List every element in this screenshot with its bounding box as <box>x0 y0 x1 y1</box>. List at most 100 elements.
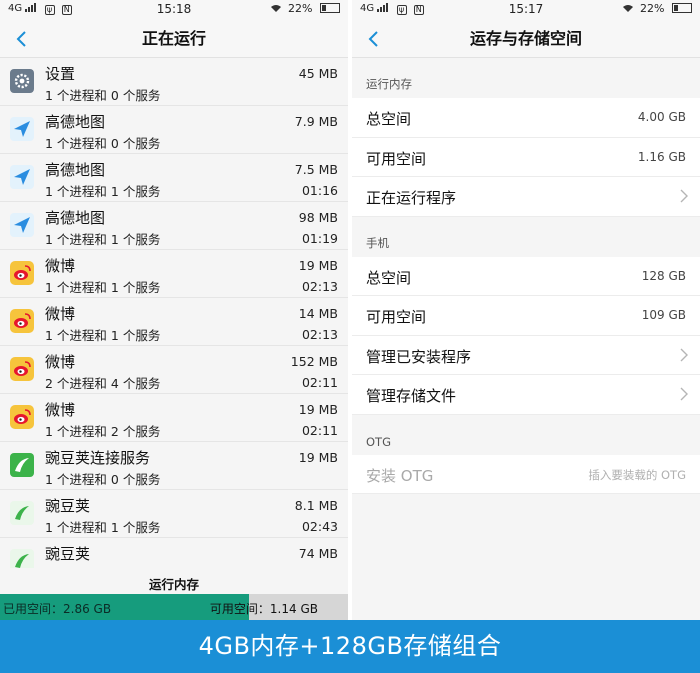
process-detail: 1 个进程和 1 个服务 <box>45 232 161 247</box>
row-value: 128 GB <box>641 268 686 283</box>
process-detail: 1 个进程和 0 个服务 <box>45 88 161 103</box>
row-value: 1.16 GB <box>637 149 686 164</box>
status-bar: 4G ψ N 15:18 22% <box>0 0 348 20</box>
settings-row[interactable]: 管理已安装程序 <box>352 335 700 375</box>
battery-icon <box>320 3 340 13</box>
weibo-icon <box>10 357 34 381</box>
process-name: 微博 <box>45 305 76 323</box>
chevron-right-icon <box>680 348 688 361</box>
process-name: 高德地图 <box>45 209 106 227</box>
caption-text: 4GB内存+128GB存储组合 <box>198 632 502 660</box>
weibo-icon <box>10 261 34 285</box>
caption-banner: 4GB内存+128GB存储组合 <box>0 620 700 673</box>
process-size: 19 MB <box>298 402 338 417</box>
process-list[interactable]: 设置 1 个进程和 0 个服务 45 MB 高德地图 1 个进程和 0 个服务 7.9 M… <box>0 58 348 568</box>
page-title: 运存与存储空间 <box>469 29 582 48</box>
section-header-label: 手机 <box>366 235 389 250</box>
running-apps-screen: 4G ψ N 15:18 22% 正在运行 设置 1 个进程和 0 个服务 45 M… <box>0 0 348 620</box>
process-size: 152 MB <box>290 354 338 369</box>
settings-row[interactable]: 正在运行程序 <box>352 177 700 217</box>
back-button[interactable] <box>362 25 388 53</box>
settings-row[interactable]: 管理存储文件 <box>352 375 700 415</box>
amap-icon <box>10 117 34 141</box>
row-label: 总空间 <box>366 110 412 128</box>
process-detail: 1 个进程和 2 个服务 <box>45 424 161 439</box>
process-time: 02:43 <box>301 519 338 534</box>
section-header-label: OTG <box>366 434 391 449</box>
process-detail: 1 个进程和 0 个服务 <box>45 472 161 487</box>
nav-bar: 正在运行 <box>0 20 348 58</box>
process-time: 02:11 <box>301 375 338 390</box>
row-label: 管理已安装程序 <box>366 347 472 366</box>
process-name: 高德地图 <box>45 113 106 131</box>
battery-icon <box>672 3 692 13</box>
back-arrow-icon <box>368 31 378 47</box>
status-right: 22% <box>622 2 692 15</box>
section-header: 运行内存 <box>352 58 700 98</box>
row-label: 可用空间 <box>366 149 427 168</box>
settings-icon <box>10 69 34 93</box>
process-name: 豌豆荚连接服务 <box>45 449 151 467</box>
process-size: 8.1 MB <box>294 498 338 513</box>
amap-icon <box>10 165 34 189</box>
row-label: 可用空间 <box>366 308 427 326</box>
process-size: 74 MB <box>298 546 338 561</box>
settings-row: 可用空间 1.16 GB <box>352 137 700 177</box>
process-time: 02:13 <box>301 279 338 294</box>
battery-percent: 22% <box>640 2 665 15</box>
process-name: 微博 <box>45 257 76 275</box>
process-detail: 1 个进程和 1 个服务 <box>45 184 161 199</box>
process-name: 微博 <box>45 401 76 419</box>
process-item[interactable]: 微博 1 个进程和 1 个服务 19 MB 02:13 <box>0 250 348 298</box>
storage-screen: 4G ψ N 15:17 22% 运存与存储空间 运行内存 总空间 4.00 GB 可… <box>352 0 700 620</box>
nav-bar: 运存与存储空间 <box>352 20 700 58</box>
weibo-icon <box>10 405 34 429</box>
process-name: 微博 <box>45 353 76 371</box>
status-bar: 4G ψ N 15:17 22% <box>352 0 700 20</box>
settings-row: 总空间 4.00 GB <box>352 98 700 138</box>
process-detail: 1 个进程和 0 个服务 <box>45 136 161 151</box>
process-name: 设置 <box>45 65 76 83</box>
weibo-icon <box>10 309 34 333</box>
battery-percent: 22% <box>288 2 313 15</box>
process-size: 45 MB <box>298 66 338 81</box>
row-label: 总空间 <box>366 268 412 287</box>
process-item[interactable]: 豌豆荚连接服务 1 个进程和 0 个服务 19 MB <box>0 442 348 490</box>
back-button[interactable] <box>10 25 36 53</box>
section-header: 手机 <box>352 217 700 257</box>
page-title: 正在运行 <box>141 29 206 48</box>
process-item[interactable]: 豌豆荚 1 个进程和 1 个服务 8.1 MB 02:43 <box>0 490 348 538</box>
row-label: 管理存储文件 <box>366 387 457 405</box>
back-arrow-icon <box>16 31 26 47</box>
process-item[interactable]: 高德地图 1 个进程和 1 个服务 98 MB 01:19 <box>0 202 348 250</box>
memory-used-label: 已用空间：2.86 GB <box>3 602 112 616</box>
memory-footer: 运行内存 已用空间：2.86 GB 可用空间：1.14 GB <box>0 568 348 620</box>
process-time: 02:13 <box>301 327 338 342</box>
process-time: 01:19 <box>301 231 338 246</box>
wifi-icon <box>270 5 281 12</box>
row-label: 正在运行程序 <box>366 189 457 207</box>
memory-usage-bar: 已用空间：2.86 GB 可用空间：1.14 GB <box>0 594 348 620</box>
process-size: 19 MB <box>298 258 338 273</box>
settings-row: 可用空间 109 GB <box>352 296 700 336</box>
process-name: 豌豆荚 <box>45 545 91 563</box>
process-item[interactable]: 高德地图 1 个进程和 1 个服务 7.5 MB 01:16 <box>0 154 348 202</box>
process-item[interactable]: 设置 1 个进程和 0 个服务 45 MB <box>0 58 348 106</box>
process-size: 14 MB <box>298 306 338 321</box>
process-detail: 1 个进程和 1 个服务 <box>45 520 161 535</box>
process-item[interactable]: 豌豆荚1 个进程和 1 个服务74 MB <box>0 538 348 568</box>
row-value: 插入要装载的 OTG <box>588 467 686 482</box>
process-name: 高德地图 <box>45 161 106 179</box>
process-size: 19 MB <box>298 450 338 465</box>
process-size: 7.9 MB <box>294 114 338 129</box>
process-item[interactable]: 微博 2 个进程和 4 个服务 152 MB 02:11 <box>0 346 348 394</box>
process-item[interactable]: 微博 1 个进程和 2 个服务 19 MB 02:11 <box>0 394 348 442</box>
chevron-right-icon <box>680 189 688 203</box>
settings-row: 安装 OTG 插入要装载的 OTG <box>352 454 700 494</box>
chevron-right-icon <box>680 387 688 401</box>
process-detail: 2 个进程和 4 个服务 <box>45 376 161 391</box>
process-item[interactable]: 高德地图 1 个进程和 0 个服务 7.9 MB <box>0 106 348 154</box>
process-detail: 1 个进程和 1 个服务 <box>45 280 161 295</box>
process-item[interactable]: 微博 1 个进程和 1 个服务 14 MB 02:13 <box>0 298 348 346</box>
wandoujia-icon <box>10 501 34 525</box>
